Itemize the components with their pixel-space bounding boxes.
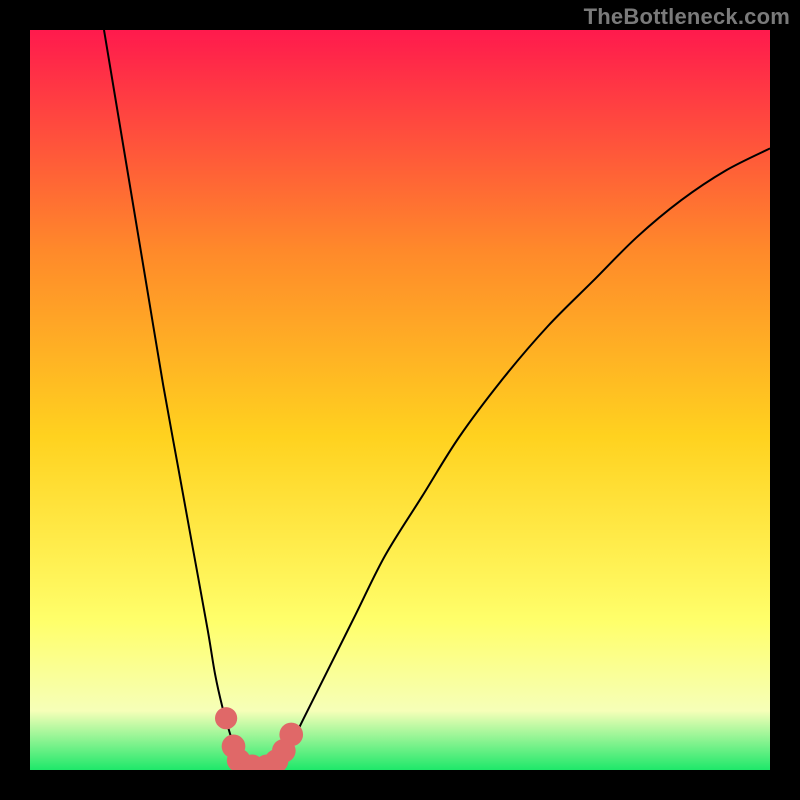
plot-area xyxy=(30,30,770,770)
curve-layer xyxy=(30,30,770,770)
chart-frame: TheBottleneck.com xyxy=(0,0,800,800)
curve-marker xyxy=(215,707,237,729)
curve-markers xyxy=(215,707,303,770)
curve-marker xyxy=(279,723,303,747)
bottleneck-curve xyxy=(104,30,770,767)
watermark-text: TheBottleneck.com xyxy=(584,4,790,30)
